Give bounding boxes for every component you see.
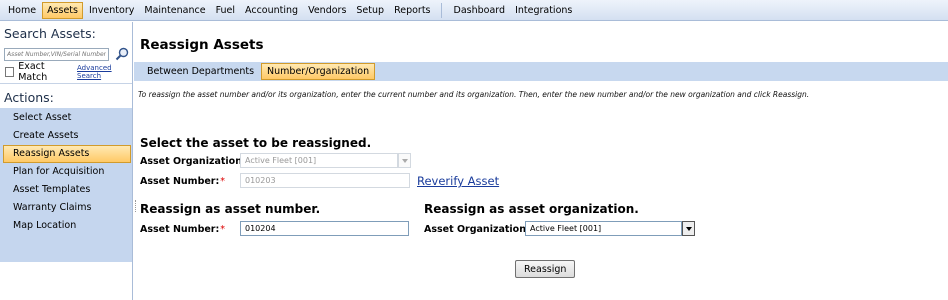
current-org-select: Active Fleet [001] [240,153,398,168]
select-section-title: Select the asset to be reassigned. [140,136,372,150]
page-title: Reassign Assets [140,37,264,53]
tab-strip: Between Departments Number/Organization [134,62,948,81]
new-org-label: Asset Organization:* [424,224,536,235]
tab-number-organization[interactable]: Number/Organization [261,63,376,80]
menu-reports[interactable]: Reports [390,3,434,18]
new-number-section-title: Reassign as asset number. [140,202,321,216]
actions-title: Actions: [0,83,132,108]
new-number-label-text: Asset Number: [140,224,220,235]
action-plan-for-acquisition[interactable]: Plan for Acquisition [0,163,132,181]
advanced-search-link[interactable]: Advanced Search [77,64,132,80]
menu-vendors[interactable]: Vendors [304,3,350,18]
instructions-text: To reassign the asset number and/or its … [138,90,810,99]
current-org-label-text: Asset Organization: [140,156,246,167]
left-panel: Search Assets: Exact Match Advanced Sear… [0,22,133,300]
required-marker: * [220,224,226,235]
new-number-label: Asset Number:* [140,224,225,235]
reverify-asset-link[interactable]: Reverify Asset [417,174,499,188]
action-map-location[interactable]: Map Location [0,217,132,235]
search-input[interactable] [4,47,109,61]
reassign-button[interactable]: Reassign [515,260,576,278]
new-org-select[interactable]: Active Fleet [001] [525,221,682,236]
current-org-dropdown-arrow-icon [398,153,411,168]
current-number-label: Asset Number:* [140,176,225,187]
action-warranty-claims[interactable]: Warranty Claims [0,199,132,217]
menu-home[interactable]: Home [4,3,40,18]
menu-integrations[interactable]: Integrations [511,3,576,18]
required-marker: * [220,176,226,187]
new-org-section-title: Reassign as asset organization. [424,202,639,216]
action-asset-templates[interactable]: Asset Templates [0,181,132,199]
search-icon[interactable] [115,47,129,61]
new-org-dropdown-arrow-icon[interactable] [682,221,695,236]
tab-between-departments[interactable]: Between Departments [142,64,259,79]
menu-accounting[interactable]: Accounting [241,3,302,18]
current-number-label-text: Asset Number: [140,176,220,187]
menu-dashboard[interactable]: Dashboard [450,3,510,18]
exact-match-label: Exact Match [18,60,48,83]
top-menu-bar: Home Assets Inventory Maintenance Fuel A… [0,0,948,21]
current-number-input: 010203 [240,173,410,188]
action-select-asset[interactable]: Select Asset [0,109,132,127]
actions-list: Select Asset Create Assets Reassign Asse… [0,108,132,262]
menu-separator [440,2,442,18]
menu-setup[interactable]: Setup [352,3,388,18]
exact-match-checkbox[interactable] [5,66,15,77]
exact-match-row: Exact Match Advanced Search [0,60,132,83]
search-title: Search Assets: [4,26,96,41]
section-divider [135,200,136,212]
menu-assets[interactable]: Assets [42,1,83,19]
new-number-input[interactable] [240,221,409,236]
menu-fuel[interactable]: Fuel [212,3,239,18]
action-create-assets[interactable]: Create Assets [0,127,132,145]
new-org-label-text: Asset Organization: [424,224,530,235]
menu-maintenance[interactable]: Maintenance [140,3,209,18]
current-org-label: Asset Organization:* [140,156,252,167]
main-content: Reassign Assets Between Departments Numb… [134,22,948,300]
action-reassign-assets[interactable]: Reassign Assets [3,145,131,163]
menu-inventory[interactable]: Inventory [85,3,138,18]
